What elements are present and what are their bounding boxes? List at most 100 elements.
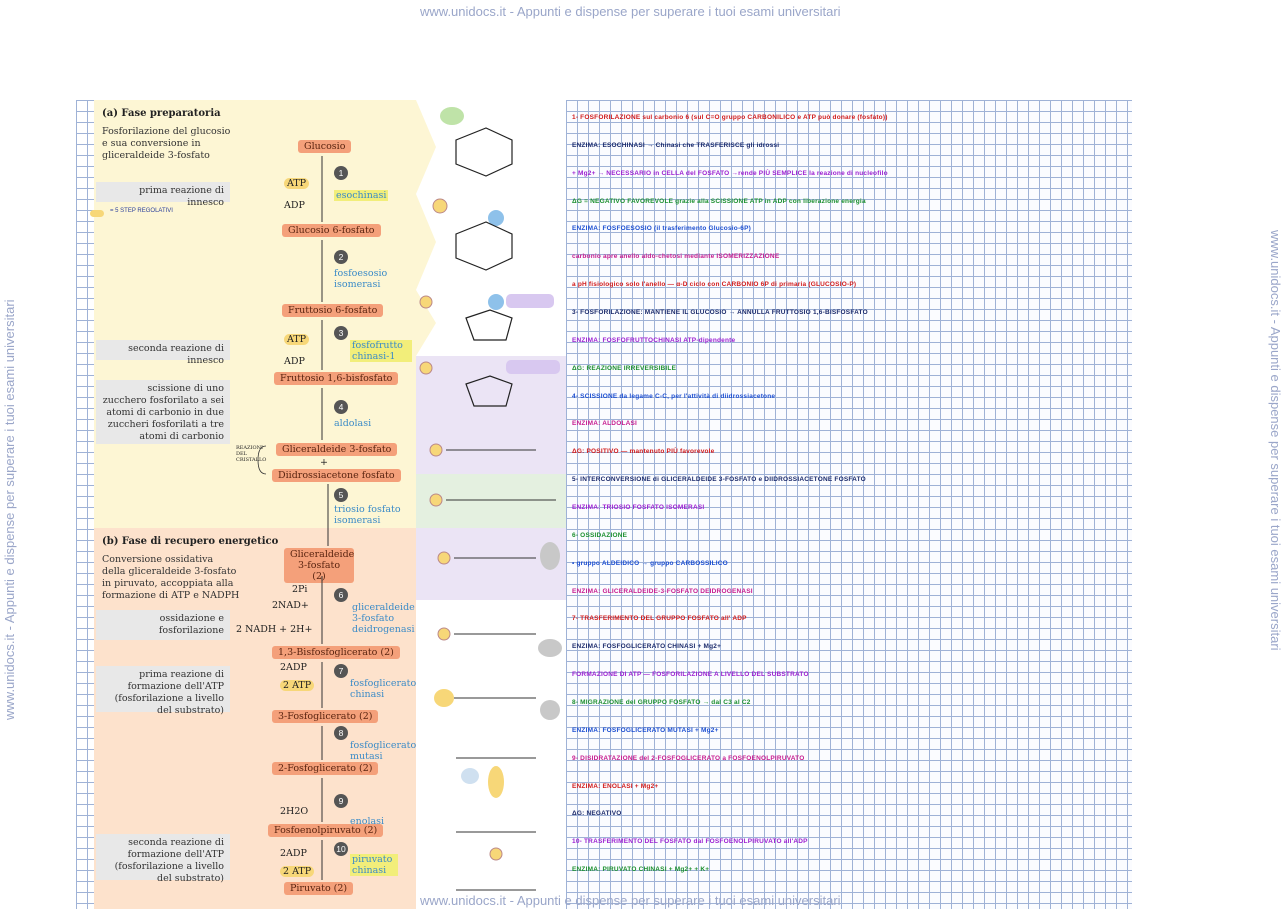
bracket-note: REAZIONI DEL CRISTALLO <box>236 445 267 463</box>
structure-gliceraldeide-2 <box>406 528 566 600</box>
step-2: 2 <box>334 250 348 264</box>
enzyme-aldolasi: aldolasi <box>334 418 372 429</box>
cofactor-adp-2: ADP <box>284 356 305 367</box>
note-line: 9- DISIDRATAZIONE del 2-FOSFOGLICERATO a… <box>572 754 805 762</box>
cofactor-2adp-2: 2ADP <box>280 848 307 859</box>
note-line: • gruppo ALDEIDICO → gruppo CARBOSSILICO <box>572 559 728 567</box>
cofactor-2nad: 2NAD+ <box>272 600 309 611</box>
note-line: ENZIMA: FOSFOGLICERATO MUTASI + Mg2+ <box>572 726 719 734</box>
watermark-bottom: www.unidocs.it - Appunti e dispense per … <box>420 893 841 908</box>
fase-b-desc-line: in piruvato, accoppiata alla <box>102 578 234 589</box>
note-line: ΔG: REAZIONE IRREVERSIBILE <box>572 364 677 372</box>
legend-swatch <box>90 210 104 217</box>
note-line: ENZIMA: ALDOLASI <box>572 420 638 428</box>
fase-a-title: (a) Fase preparatoria <box>102 108 221 119</box>
note-line: 4- SCISSIONE da legame C-C, per l'attivi… <box>572 392 776 400</box>
watermark-right: www.unidocs.it - Appunti e dispense per … <box>1268 230 1283 651</box>
structure-glucosio <box>416 100 566 194</box>
note-line: ΔG = NEGATIVO FAVOREVOLE grazie alla SCI… <box>572 197 866 205</box>
fase-b-title: (b) Fase di recupero energetico <box>102 536 279 547</box>
note-line: 5- INTERCONVERSIONE di GLICERALDEIDE 3-F… <box>572 476 866 484</box>
structure-fruttosio-6-fosfato <box>416 290 566 356</box>
plus-sign: + <box>320 457 328 468</box>
cofactor-adp-1: ADP <box>284 200 305 211</box>
note-line: ENZIMA: TRIOSIO FOSFATO ISOMERASI <box>572 504 705 511</box>
note-line: 10- TRASFERIMENTO DEL FOSFATO dal FOSFOE… <box>572 838 808 846</box>
note-prima-reazione: prima reazione di innesco <box>96 182 230 208</box>
cofactor-atp-2: ATP <box>284 334 310 345</box>
cofactor-2atp-2: 2 ATP <box>280 866 315 877</box>
structure-gliceraldeide <box>406 434 566 474</box>
enzyme-piruvato-chinasi: piruvato chinasi <box>350 854 398 876</box>
step-5: 5 <box>334 488 348 502</box>
metabolite-glucosio-6-fosfato: Glucosio 6-fosfato <box>282 224 381 237</box>
note-line: ENZIMA: FOSFOGLICERATO CHINASI + Mg2+ <box>572 643 722 651</box>
note-line: ENZIMA: FOSFOESOSIO (il trasferimento Gl… <box>572 225 752 233</box>
note-line: ENZIMA: ENOLASI + Mg2+ <box>572 782 659 790</box>
cofactor-2h2o: 2H2O <box>280 806 309 817</box>
cofactor-2adp-1: 2ADP <box>280 662 307 673</box>
margin-grid <box>76 100 94 909</box>
note-line: ENZIMA: FOSFOFRUTTOCHINASI ATP-dipendent… <box>572 336 736 344</box>
metabolite-fruttosio-1-6-bisfosfato: Fruttosio 1,6-bisfosfato <box>274 372 399 385</box>
note-scissione: scissione di uno zucchero fosforilato a … <box>96 380 230 444</box>
structure-2-fosfoglicerato <box>406 732 566 806</box>
note-seconda-formazione-atp: seconda reazione di formazione dell'ATP … <box>96 834 230 884</box>
fase-b-desc-line: formazione di ATP e NADPH <box>102 590 240 601</box>
structure-fruttosio-bisfosfato <box>410 356 566 434</box>
fase-a-desc-line: Fosforilazione del glucosio <box>102 126 231 137</box>
note-line: + Mg2+ → NECESSARIO in CELLA del FOSFATO… <box>572 169 888 177</box>
watermark-left: www.unidocs.it - Appunti e dispense per … <box>2 299 17 720</box>
cofactor-2atp-1: 2 ATP <box>280 680 315 691</box>
fase-a-desc: Fosforilazione del glucosio e sua conver… <box>102 126 230 162</box>
legend-text: = 5 STEP REGOLATIVI <box>110 208 173 214</box>
fase-b-desc-line: della gliceraldeide 3-fosfato <box>102 566 237 577</box>
fase-b-desc: Conversione ossidativa della gliceraldei… <box>102 554 239 602</box>
note-line: carbonio apre anello aldo-chetosi median… <box>572 253 780 261</box>
document-page: = 5 STEP REGOLATIVI (a) Fase preparatori… <box>76 100 1132 909</box>
enzyme-fosfoglicerato-chinasi: fosfoglicerato chinasi <box>350 678 417 700</box>
note-prima-formazione-atp: prima reazione di formazione dell'ATP (f… <box>96 666 230 716</box>
metabolite-1-3-bisfosfoglicerato: 1,3-Bisfosfoglicerato (2) <box>272 646 400 659</box>
step-9: 9 <box>334 794 348 808</box>
note-seconda-reazione: seconda reazione di innesco <box>96 340 230 366</box>
note-line: a pH fisiologico solo l'anello — α-D cic… <box>572 281 857 289</box>
step-6: 6 <box>334 588 348 602</box>
note-line: 8- MIGRAZIONE del GRUPPO FOSFATO → dal C… <box>572 699 751 706</box>
note-line: ΔG: POSITIVO — mantenuto PIÙ favorevole <box>572 448 715 456</box>
enzyme-gliceraldeide-deidrogenasi: gliceraldeide 3-fosfato deidrogenasi <box>352 602 415 635</box>
structure-fosfoenolpiruvato <box>406 806 566 872</box>
cofactor-2pi: 2Pi <box>292 584 308 595</box>
watermark-top: www.unidocs.it - Appunti e dispense per … <box>420 4 841 19</box>
metabolite-fruttosio-6-fosfato: Fruttosio 6-fosfato <box>282 304 384 317</box>
metabolite-gliceraldeide-3-fosfato: Gliceraldeide 3-fosfato <box>276 443 398 456</box>
enzyme-fosfoglicerato-mutasi: fosfoglicerato mutasi <box>350 740 417 762</box>
step-10: 10 <box>334 842 348 856</box>
step-7: 7 <box>334 664 348 678</box>
note-line: ENZIMA: ESOCHINASI → Chinasi che TRASFER… <box>572 141 780 149</box>
step-4: 4 <box>334 400 348 414</box>
structure-glucosio-6-fosfato <box>416 194 566 290</box>
metabolite-3-fosfoglicerato: 3-Fosfoglicerato (2) <box>272 710 379 723</box>
note-line: ENZIMA: PIRUVATO CHINASI + Mg2+ + K+ <box>572 866 710 874</box>
note-line: ΔG: NEGATIVO <box>572 810 622 818</box>
note-line: FORMAZIONE DI ATP — FOSFORILAZIONE A LIV… <box>572 671 809 679</box>
enzyme-fosfoesosio-isomerasi: fosfoesosio isomerasi <box>334 268 388 290</box>
note-line: 6- OSSIDAZIONE <box>572 531 628 539</box>
metabolite-2-fosfoglicerato: 2-Fosfoglicerato (2) <box>272 762 379 775</box>
note-line: 1- FOSFORILAZIONE sul carbonio 6 (sul C=… <box>572 114 888 121</box>
enzyme-fosfofruttochinasi: fosfofrutto chinasi-1 <box>350 340 412 362</box>
cofactor-atp-1: ATP <box>284 178 310 189</box>
metabolite-diidrossiacetone-fosfato: Diidrossiacetone fosfato <box>272 469 401 482</box>
handwritten-notes: 1- FOSFORILAZIONE sul carbonio 6 (sul C=… <box>566 100 1132 909</box>
note-line: ENZIMA: GLICERALDEIDE-3-FOSFATO DEIDROGE… <box>572 587 753 595</box>
step-8: 8 <box>334 726 348 740</box>
metabolite-gliceraldeide-3-fosfato-2: Gliceraldeide 3-fosfato (2) <box>284 548 354 583</box>
note-ossidazione: ossidazione e fosforilazione <box>96 610 230 640</box>
cofactor-2nadh: 2 NADH + 2H+ <box>236 624 313 635</box>
note-line: 7- TRASFERIMENTO DEL GRUPPO FOSFATO all'… <box>572 615 747 623</box>
metabolite-glucosio: Glucosio <box>298 140 352 153</box>
enzyme-enolasi: enolasi <box>350 816 385 827</box>
glycolysis-figure: = 5 STEP REGOLATIVI (a) Fase preparatori… <box>76 100 566 909</box>
fase-a-desc-line: gliceraldeide 3-fosfato <box>102 150 210 161</box>
